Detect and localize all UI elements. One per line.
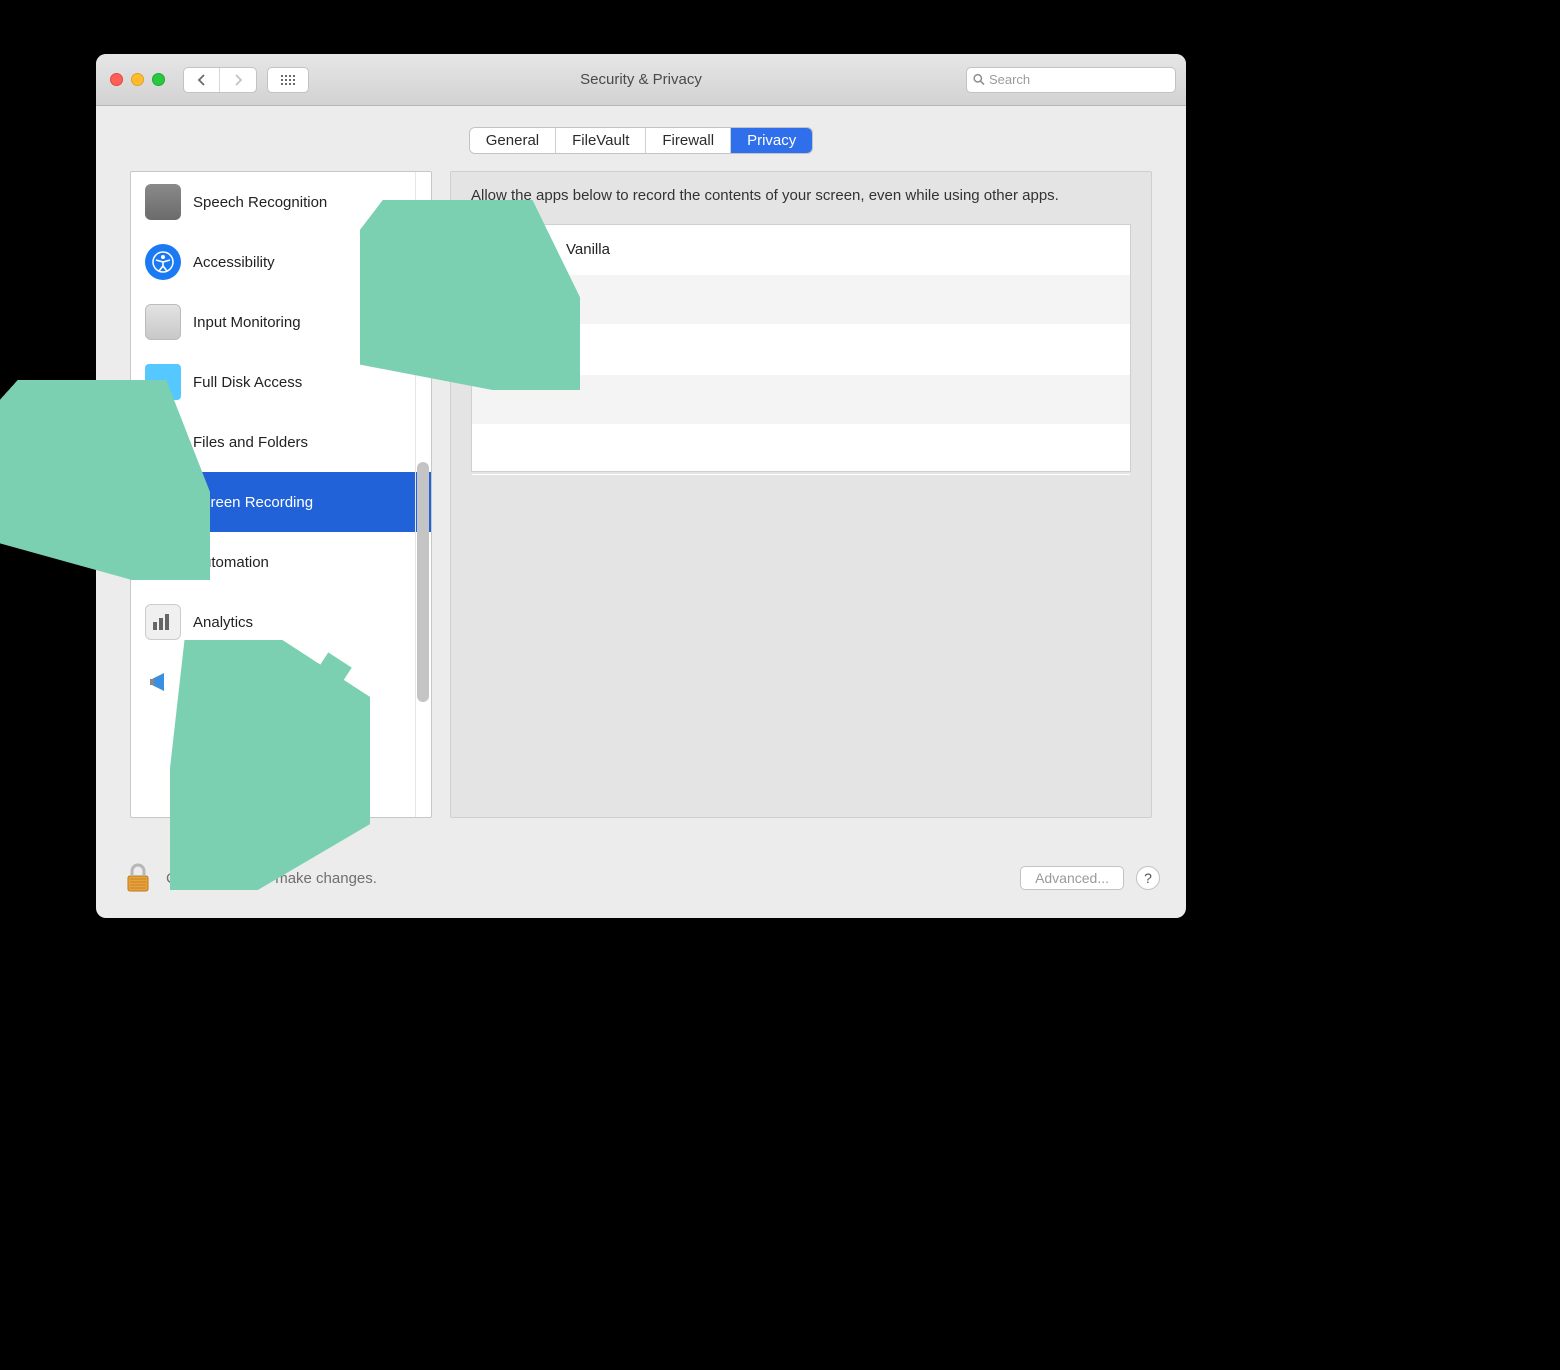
accessibility-icon <box>145 244 181 280</box>
sidebar-scrollbar[interactable] <box>415 172 431 817</box>
detail-pane: Allow the apps below to record the conte… <box>450 171 1152 818</box>
sidebar-item-label: Analytics <box>193 614 253 631</box>
app-list: Vanilla <box>471 224 1131 472</box>
tab-bar: General FileVault Firewall Privacy <box>96 106 1186 171</box>
sidebar-item-label: Files and Folders <box>193 434 308 451</box>
search-input[interactable] <box>989 72 1169 87</box>
show-all-button[interactable] <box>267 67 309 93</box>
zoom-button[interactable] <box>152 73 165 86</box>
sidebar-item-label: Full Disk Access <box>193 374 302 391</box>
nav-buttons <box>183 67 257 93</box>
lock-hint-text: Click the lock to make changes. <box>166 870 377 887</box>
tab-general[interactable]: General <box>470 128 556 153</box>
megaphone-icon <box>145 664 181 700</box>
sidebar-item-analytics[interactable]: Analytics <box>131 592 431 652</box>
sidebar-item-full-disk-access[interactable]: Full Disk Access <box>131 352 431 412</box>
privacy-category-list: Speech Recognition Accessibility Input M… <box>130 171 432 818</box>
app-icon <box>518 233 552 267</box>
sidebar-item-label: Screen Recording <box>193 494 313 511</box>
gear-icon <box>145 544 181 580</box>
search-icon <box>973 73 985 86</box>
sidebar-item-input-monitoring[interactable]: Input Monitoring <box>131 292 431 352</box>
app-checkbox[interactable] <box>486 241 504 259</box>
app-row[interactable]: Vanilla <box>472 225 1130 275</box>
waveform-icon <box>145 184 181 220</box>
sidebar-item-advertising[interactable]: Advertising <box>131 652 431 712</box>
sidebar-item-label: Speech Recognition <box>193 194 327 211</box>
scrollbar-thumb[interactable] <box>417 462 429 702</box>
folder-icon <box>145 364 181 400</box>
close-button[interactable] <box>110 73 123 86</box>
app-row-empty <box>472 325 1130 375</box>
sidebar-item-label: Input Monitoring <box>193 314 301 331</box>
folder-icon <box>145 424 181 460</box>
keyboard-icon <box>145 304 181 340</box>
traffic-lights <box>110 73 165 86</box>
content-area: Speech Recognition Accessibility Input M… <box>96 171 1186 838</box>
sidebar-item-speech-recognition[interactable]: Speech Recognition <box>131 172 431 232</box>
pane-description: Allow the apps below to record the conte… <box>471 186 1131 206</box>
bar-chart-icon <box>145 604 181 640</box>
sidebar-item-label: Advertising <box>193 674 267 691</box>
display-icon <box>145 484 181 520</box>
tab-firewall[interactable]: Firewall <box>646 128 731 153</box>
tab-filevault[interactable]: FileVault <box>556 128 646 153</box>
sidebar-item-automation[interactable]: Automation <box>131 532 431 592</box>
minimize-button[interactable] <box>131 73 144 86</box>
sidebar-item-label: Accessibility <box>193 254 275 271</box>
grid-icon <box>281 75 295 85</box>
app-name-label: Vanilla <box>566 241 610 258</box>
forward-button[interactable] <box>220 68 256 92</box>
search-field[interactable] <box>966 67 1176 93</box>
sidebar-item-label: Automation <box>193 554 269 571</box>
sidebar-item-accessibility[interactable]: Accessibility <box>131 232 431 292</box>
lock-icon[interactable] <box>122 862 154 894</box>
help-button[interactable]: ? <box>1136 866 1160 890</box>
sidebar-item-screen-recording[interactable]: Screen Recording <box>131 472 431 532</box>
advanced-button[interactable]: Advanced... <box>1020 866 1124 890</box>
preferences-window: Security & Privacy General FileVault Fir… <box>96 54 1186 918</box>
titlebar: Security & Privacy <box>96 54 1186 106</box>
sidebar-item-files-and-folders[interactable]: Files and Folders <box>131 412 431 472</box>
tab-privacy[interactable]: Privacy <box>731 128 812 153</box>
app-row-empty <box>472 275 1130 325</box>
app-row-empty <box>472 425 1130 475</box>
back-button[interactable] <box>184 68 220 92</box>
app-row-empty <box>472 375 1130 425</box>
footer: Click the lock to make changes. Advanced… <box>96 838 1186 918</box>
